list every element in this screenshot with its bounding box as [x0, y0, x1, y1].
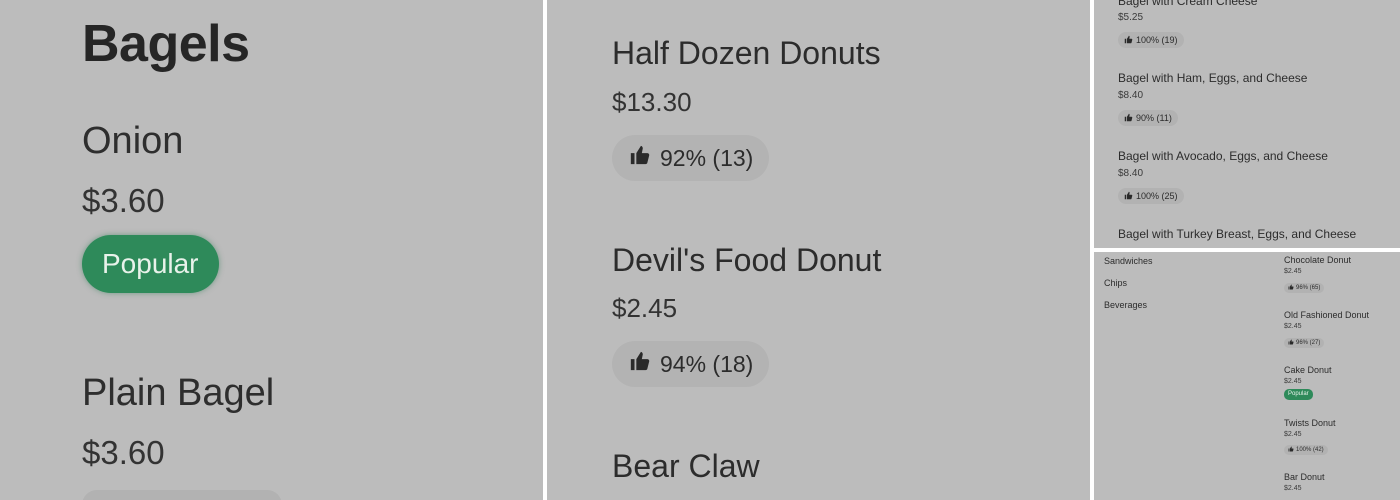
category-link-chips[interactable]: Chips	[1104, 278, 1127, 288]
item-price: $3.60	[82, 182, 165, 219]
menu-overview-panel: Sandwiches Chips Beverages Chocolate Don…	[1094, 252, 1400, 500]
item-price: $3.60	[82, 434, 165, 471]
thumbs-up-icon	[628, 144, 652, 172]
item-price: $2.45	[1284, 431, 1302, 438]
item-name: Devil's Food Donut	[612, 242, 882, 278]
donuts-zoom-panel: Half Dozen Donuts $13.30 92% (13) Devil'…	[547, 0, 1090, 500]
thumbs-up-icon	[1124, 113, 1133, 124]
rating-badge: 100% (19)	[1118, 32, 1184, 48]
item-price: $8.40	[1118, 168, 1144, 179]
rating-text: 100% (19)	[1136, 35, 1178, 45]
thumbs-up-icon	[1288, 339, 1294, 347]
item-name: Old Fashioned Donut	[1284, 310, 1370, 320]
rating-text: 100% (25)	[1136, 191, 1178, 201]
thumbs-up-icon	[1288, 284, 1294, 292]
item-name: Bar Donut	[1284, 472, 1325, 482]
rating-badge: 100% (25)	[1118, 188, 1184, 204]
item-name: Bagel with Cream Cheese	[1118, 0, 1258, 8]
item-name: Half Dozen Donuts	[612, 35, 881, 71]
category-link-beverages[interactable]: Beverages	[1104, 300, 1147, 310]
rating-text: 92% (13)	[660, 144, 754, 171]
item-price: $2.45	[612, 293, 678, 323]
item-price: $5.25	[1118, 12, 1144, 23]
item-name: Chocolate Donut	[1284, 255, 1352, 265]
popular-badge: Popular	[1284, 389, 1313, 400]
item-name: Bagel with Ham, Eggs, and Cheese	[1118, 71, 1308, 85]
item-price: $13.30	[612, 87, 692, 117]
rating-text: 100% (42)	[1296, 447, 1324, 453]
item-name: Bagel with Avocado, Eggs, and Cheese	[1118, 149, 1328, 163]
item-price: $8.40	[1118, 90, 1144, 101]
popular-badge: Popular	[82, 235, 219, 293]
rating-badge: 100% (42)	[1284, 445, 1328, 455]
item-price: $2.45	[1284, 378, 1302, 385]
thumbs-up-icon	[628, 350, 652, 378]
section-heading-bagels: Bagels	[82, 15, 250, 73]
thumbs-up-icon	[1288, 446, 1294, 454]
item-price: $2.45	[1284, 323, 1302, 330]
rating-badge: 90% (11)	[1118, 110, 1178, 126]
rating-badge: 92% (13)	[612, 135, 770, 181]
rating-badge-partial	[82, 490, 282, 500]
item-name: Plain Bagel	[82, 372, 275, 414]
thumbs-up-icon	[1124, 35, 1133, 46]
rating-text: 94% (18)	[660, 350, 754, 377]
rating-badge: 96% (27)	[1284, 338, 1325, 348]
rating-badge: 96% (65)	[1284, 283, 1325, 293]
item-price: $2.45	[1284, 485, 1302, 492]
rating-text: 96% (27)	[1296, 340, 1321, 346]
item-name: Bagel with Turkey Breast, Eggs, and Chee…	[1118, 227, 1357, 241]
bagels-zoom-panel: Bagels Onion $3.60 Popular Plain Bagel $…	[0, 0, 543, 500]
item-name: Twists Donut	[1284, 418, 1336, 428]
bagel-sandwich-list-panel: Bagel with Cream Cheese $5.25 100% (19) …	[1094, 0, 1400, 248]
rating-text: 96% (65)	[1296, 285, 1321, 291]
item-name: Bear Claw	[612, 448, 760, 484]
rating-text: 90% (11)	[1136, 113, 1172, 123]
item-name: Onion	[82, 120, 184, 162]
thumbs-up-icon	[1124, 191, 1133, 202]
item-name: Cake Donut	[1284, 365, 1332, 375]
category-link-sandwiches[interactable]: Sandwiches	[1104, 256, 1153, 266]
rating-badge: 94% (18)	[612, 341, 770, 387]
item-price: $2.45	[1284, 268, 1302, 275]
